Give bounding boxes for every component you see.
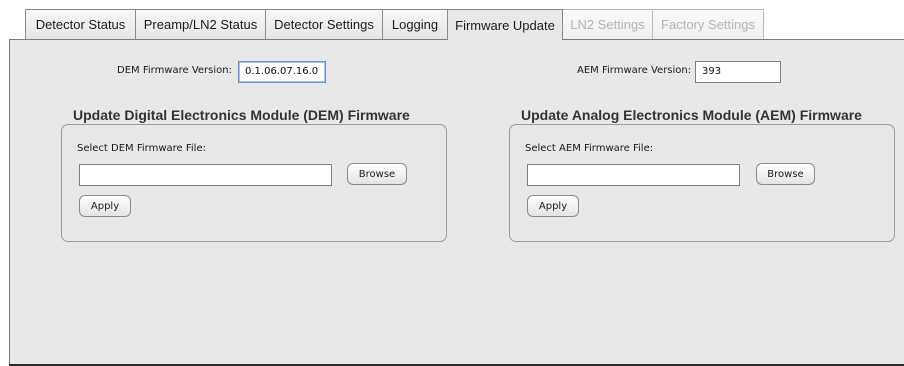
tab-logging[interactable]: Logging [382, 9, 448, 39]
aem-section-title: Update Analog Electronics Module (AEM) F… [521, 107, 862, 123]
dem-browse-button[interactable]: Browse [347, 163, 407, 185]
tab-preamp-ln2-status[interactable]: Preamp/LN2 Status [135, 9, 266, 39]
dem-section-title: Update Digital Electronics Module (DEM) … [73, 107, 410, 123]
aem-browse-button[interactable]: Browse [756, 163, 815, 185]
tab-firmware-update[interactable]: Firmware Update [447, 9, 563, 40]
tab-factory-settings: Factory Settings [652, 9, 764, 39]
dem-version-label: DEM Firmware Version: [117, 65, 232, 76]
tab-ln2-settings: LN2 Settings [562, 9, 653, 39]
aem-apply-button[interactable]: Apply [527, 195, 579, 217]
firmware-update-window: Detector Status Preamp/LN2 Status Detect… [0, 0, 904, 366]
aem-file-field[interactable] [527, 164, 740, 186]
tab-detector-status[interactable]: Detector Status [25, 9, 136, 39]
left-margin [0, 0, 9, 366]
dem-file-label: Select DEM Firmware File: [77, 143, 206, 154]
dem-version-field[interactable]: 0.1.06.07.16.0 [238, 61, 326, 83]
aem-version-field[interactable]: 393 [695, 61, 781, 83]
dem-file-field[interactable] [79, 164, 332, 186]
aem-file-label: Select AEM Firmware File: [525, 143, 654, 154]
top-margin [0, 0, 904, 8]
dem-apply-button[interactable]: Apply [79, 195, 131, 217]
tab-detector-settings[interactable]: Detector Settings [265, 9, 383, 39]
aem-version-label: AEM Firmware Version: [577, 65, 692, 76]
